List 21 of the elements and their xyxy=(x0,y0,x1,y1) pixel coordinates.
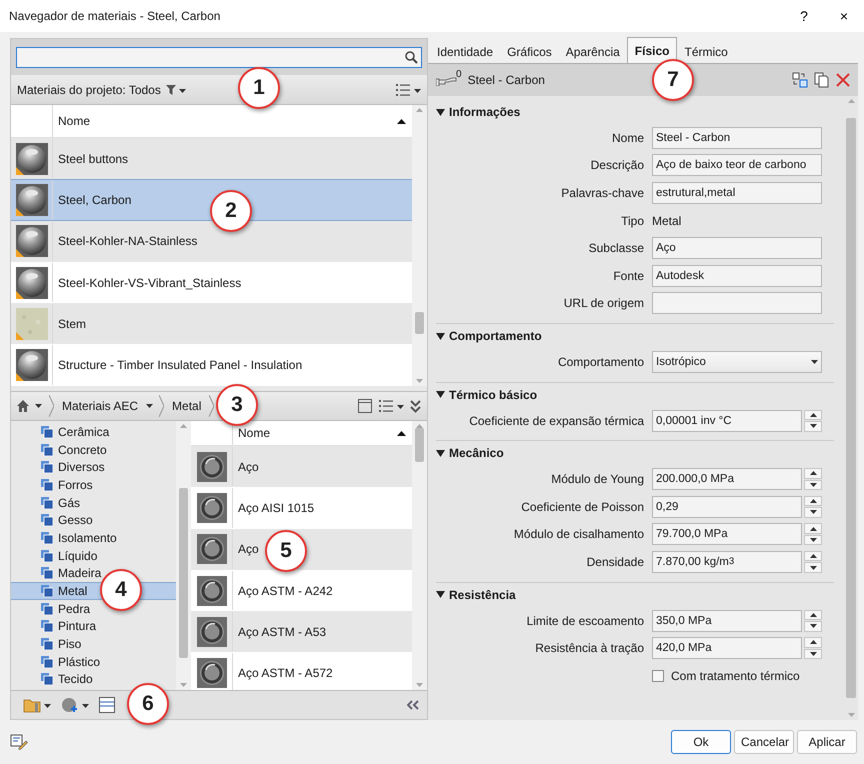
property-label: Tipo xyxy=(620,214,644,228)
count-label: 0 xyxy=(456,69,462,80)
property-label: Subclasse xyxy=(588,241,644,256)
property-label: Coeficiente de expansão térmica xyxy=(468,414,644,428)
window-title: Navegador de materiais - Steel, Carbon xyxy=(9,9,222,23)
property-value: Metal xyxy=(652,214,682,228)
property-label: Módulo de Young xyxy=(550,472,644,486)
property-label: Resistência à tração xyxy=(534,641,644,656)
property-label: Limite de escoamento xyxy=(526,614,644,628)
property-label: Descrição xyxy=(590,158,644,172)
property-label: Palavras-chave xyxy=(560,186,644,200)
property-label: Coeficiente de Poisson xyxy=(520,500,644,514)
property-label: Nome xyxy=(610,130,644,145)
property-label: URL de origem xyxy=(562,296,644,310)
filter-label: Materiais do projeto: Todos xyxy=(17,82,161,96)
asset-name: Steel - Carbon xyxy=(468,73,545,87)
property-label: Comportamento xyxy=(556,354,644,369)
property-label: Fonte xyxy=(612,268,644,283)
property-label: Densidade xyxy=(586,554,644,569)
property-label: Módulo de cisalhamento xyxy=(512,527,644,542)
checkbox-label: Com tratamento térmico xyxy=(671,668,800,683)
